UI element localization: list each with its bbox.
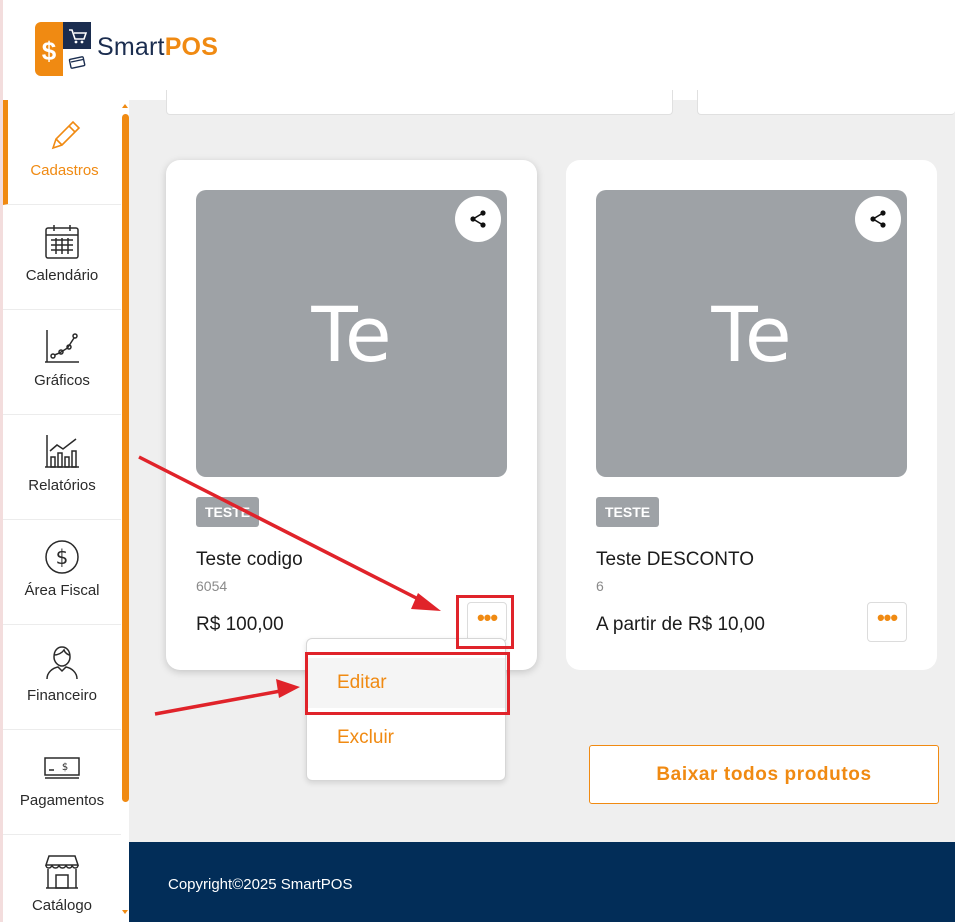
- share-button[interactable]: [455, 196, 501, 242]
- category-badge: TESTE: [196, 497, 260, 527]
- scroll-up-arrow[interactable]: [122, 104, 128, 108]
- share-icon: [870, 210, 886, 228]
- banknote-icon: $: [44, 757, 80, 779]
- dollar-circle-icon: $: [45, 540, 79, 574]
- annotation-arrowhead: [276, 679, 300, 698]
- brand-name-smart: Smart: [97, 33, 165, 61]
- sidebar-item-cadastros[interactable]: Cadastros: [3, 100, 121, 205]
- pencil-icon: [51, 120, 80, 150]
- brand-name: SmartPOS: [97, 33, 218, 62]
- product-name: Teste DESCONTO: [596, 549, 755, 570]
- product-initials: Te: [311, 290, 392, 379]
- sidebar-nav: Cadastros Calendário Gráficos Relatórios…: [0, 100, 129, 922]
- scroll-down-arrow[interactable]: [122, 910, 128, 914]
- sidebar-item-label: Área Fiscal: [24, 582, 100, 599]
- line-chart-icon: [45, 330, 79, 363]
- previous-row-card: [166, 90, 673, 115]
- store-icon: [44, 855, 80, 889]
- annotation-highlight-edit-item: [305, 652, 510, 715]
- annotation-highlight-more-button: [456, 595, 514, 649]
- previous-row-card: [697, 90, 955, 115]
- more-options-button[interactable]: •••: [867, 602, 907, 642]
- sidebar-item-relatorios[interactable]: Relatórios: [3, 415, 121, 520]
- product-code: 6054: [196, 578, 228, 594]
- sidebar-item-label: Relatórios: [28, 477, 96, 494]
- app-header: $ SmartPOS: [0, 0, 955, 100]
- sidebar-item-label: Pagamentos: [19, 792, 105, 809]
- product-price: A partir de R$ 10,00: [596, 614, 765, 635]
- calendar-icon: [45, 225, 79, 259]
- product-price: R$ 100,00: [196, 614, 284, 635]
- product-image-placeholder[interactable]: Te: [196, 190, 507, 477]
- sidebar-item-catalogo[interactable]: Catálogo: [3, 835, 121, 922]
- share-button[interactable]: [855, 196, 901, 242]
- smartpos-logo[interactable]: $: [35, 22, 91, 76]
- annotation-arrow: [154, 688, 287, 716]
- more-horizontal-icon: •••: [876, 605, 898, 630]
- svg-text:$: $: [42, 36, 57, 66]
- page-footer: Copyright©2025 SmartPOS: [129, 842, 955, 922]
- sidebar-item-calendario[interactable]: Calendário: [3, 205, 121, 310]
- sidebar-scrollbar-thumb[interactable]: [122, 114, 129, 802]
- product-name: Teste codigo: [196, 549, 303, 570]
- sidebar-item-label: Financeiro: [26, 687, 98, 704]
- product-image-placeholder[interactable]: Te: [596, 190, 907, 477]
- bar-chart-icon: [45, 435, 79, 468]
- brand-name-pos: POS: [164, 33, 219, 61]
- svg-text:$: $: [56, 545, 69, 569]
- sidebar-item-pagamentos[interactable]: $ Pagamentos: [3, 730, 121, 835]
- sidebar-item-graficos[interactable]: Gráficos: [3, 310, 121, 415]
- category-badge: TESTE: [596, 497, 660, 527]
- download-all-products-button[interactable]: Baixar todos produtos: [589, 745, 939, 804]
- product-card[interactable]: Te TESTE Teste DESCONTO 6 A partir de R$…: [566, 160, 937, 670]
- sidebar-item-label: Calendário: [25, 267, 99, 284]
- copyright-text: Copyright©2025 SmartPOS: [168, 876, 353, 893]
- sidebar-item-label: Gráficos: [34, 372, 90, 389]
- svg-text:$: $: [62, 762, 68, 773]
- sidebar-item-area-fiscal[interactable]: $ Área Fiscal: [3, 520, 121, 625]
- person-icon: [46, 646, 78, 680]
- product-card[interactable]: Te TESTE Teste codigo 6054 R$ 100,00 •••: [166, 160, 537, 670]
- sidebar-item-label: Cadastros: [30, 162, 99, 179]
- product-initials: Te: [711, 290, 792, 379]
- sidebar-item-financeiro[interactable]: Financeiro: [3, 625, 121, 730]
- share-icon: [470, 210, 486, 228]
- menu-item-delete[interactable]: Excluir: [307, 713, 505, 763]
- sidebar-item-label: Catálogo: [31, 897, 93, 914]
- product-code: 6: [596, 578, 604, 594]
